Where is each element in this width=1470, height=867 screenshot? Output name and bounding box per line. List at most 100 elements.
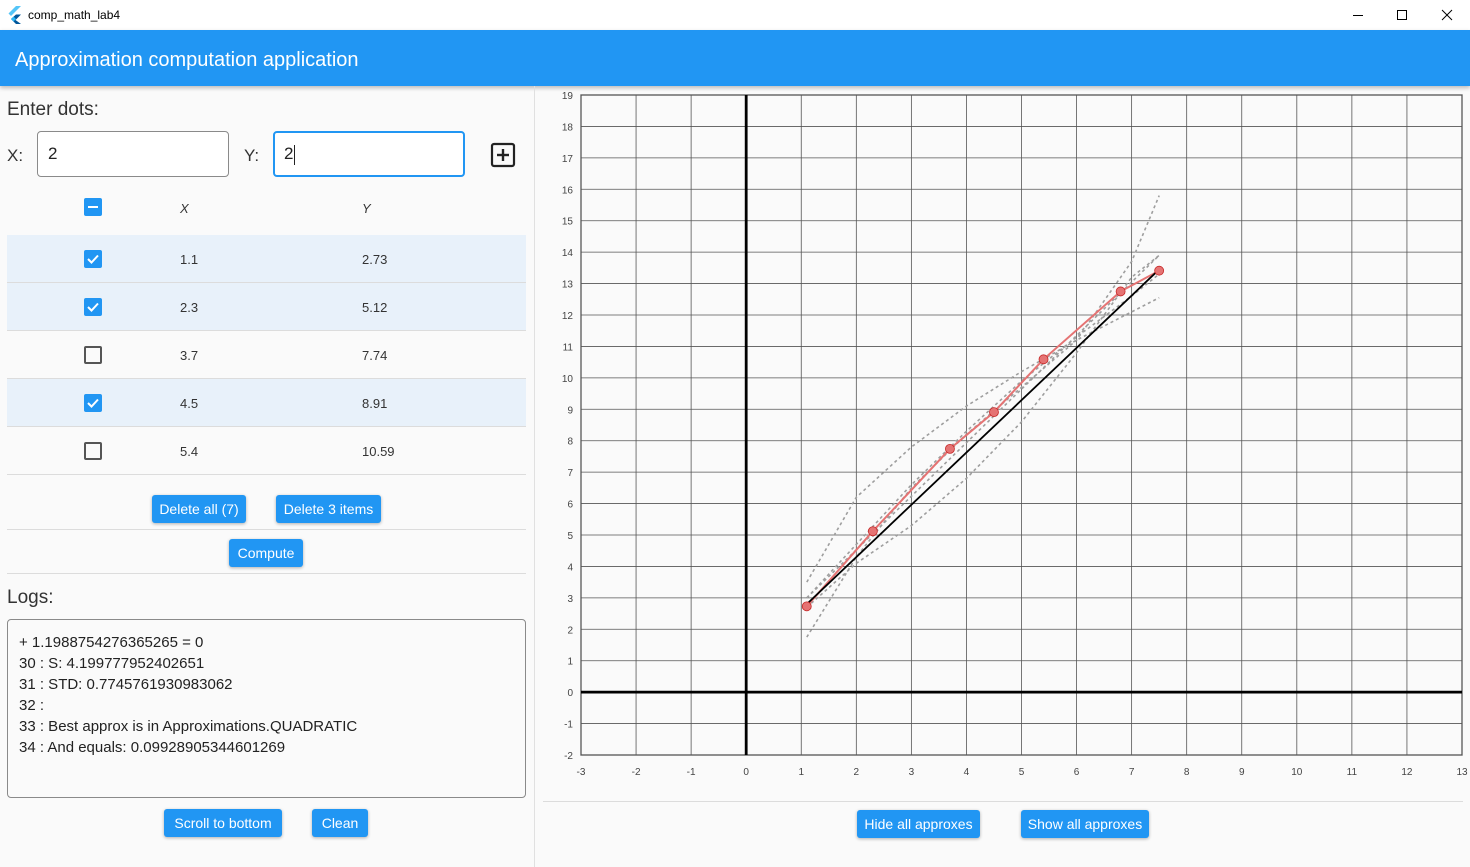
y-tick-label: 15: [562, 217, 574, 228]
cell-y: 8.91: [362, 396, 388, 411]
x-tick-label: -1: [687, 767, 696, 778]
log-line: + 1.1988754276365265 = 0: [19, 634, 204, 651]
cell-x: 1.1: [180, 252, 199, 267]
cell-y: 5.12: [362, 300, 388, 315]
window-title: comp_math_lab4: [28, 8, 121, 22]
data-point: [867, 526, 878, 537]
scroll-to-bottom-button[interactable]: Scroll to bottom: [164, 809, 282, 837]
delete-all-button[interactable]: Delete all (7): [152, 495, 246, 523]
data-point: [801, 601, 812, 612]
minus-icon: [88, 206, 98, 208]
log-line: 30 : S: 4.199777952402651: [19, 655, 205, 672]
y-tick-label: 14: [562, 248, 574, 259]
data-point: [945, 443, 955, 454]
minimize-icon: [1353, 15, 1363, 16]
y-tick-label: 13: [562, 280, 574, 291]
y-tick-label: 8: [567, 437, 573, 448]
check-icon: [87, 254, 99, 264]
check-icon: [87, 302, 99, 312]
cell-x: 3.7: [180, 348, 199, 363]
maximize-button[interactable]: [1379, 0, 1425, 30]
y-tick-label: 0: [567, 688, 573, 699]
x-tick-label: -3: [577, 767, 586, 778]
x-tick-label: 12: [1401, 767, 1413, 778]
table-row[interactable]: 1.1 2.73: [7, 235, 526, 283]
y-label: Y:: [244, 146, 260, 165]
row-checkbox[interactable]: [84, 394, 102, 412]
row-checkbox[interactable]: [84, 250, 102, 268]
y-tick-label: 7: [567, 468, 573, 479]
enter-dots-heading: Enter dots:: [7, 99, 99, 120]
divider: [543, 801, 1463, 802]
app-title: Approximation computation application: [15, 49, 359, 71]
row-checkbox[interactable]: [84, 442, 102, 460]
table-row[interactable]: 5.4 10.59: [7, 427, 526, 475]
x-input-value: 2: [48, 144, 58, 163]
minimize-button[interactable]: [1335, 0, 1381, 30]
y-tick-label: 19: [562, 91, 574, 102]
data-point: [989, 407, 999, 418]
close-button[interactable]: [1424, 0, 1470, 30]
x-tick-label: -2: [632, 767, 641, 778]
y-tick-label: 11: [563, 342, 574, 353]
cell-x: 2.3: [180, 300, 199, 315]
window-titlebar: comp_math_lab4: [0, 0, 1470, 30]
column-header-y: Y: [362, 201, 371, 216]
clean-logs-button[interactable]: Clean: [312, 809, 368, 837]
data-point: [1038, 354, 1049, 365]
logs-heading: Logs:: [7, 587, 54, 608]
x-tick-label: 0: [743, 767, 749, 778]
x-tick-label: 9: [1239, 767, 1245, 778]
x-tick-label: 8: [1184, 767, 1190, 778]
y-input-value: 2: [284, 144, 294, 163]
log-line: 34 : And equals: 0.09928905344601269: [19, 739, 286, 756]
approximation-chart: -3 -2 -1 0 1 2 3 4 5 6 7 8 9 10 11 12 13-2-1012345678910…: [562, 91, 1468, 778]
y-tick-label: 18: [562, 122, 574, 133]
x-label: X:: [7, 146, 24, 165]
y-input[interactable]: 2: [273, 131, 465, 177]
y-tick-label: 1: [567, 657, 573, 668]
cell-y: 2.73: [362, 252, 388, 267]
add-dot-icon[interactable]: [490, 142, 516, 168]
compute-button[interactable]: Compute: [229, 539, 303, 567]
panel-divider: [534, 86, 535, 867]
y-tick-label: 12: [562, 311, 574, 322]
row-checkbox[interactable]: [84, 346, 102, 364]
x-tick-label: 5: [1019, 767, 1025, 778]
row-checkbox[interactable]: [84, 298, 102, 316]
x-tick-label: 2: [854, 767, 860, 778]
flutter-logo-icon: [8, 6, 21, 24]
table-row[interactable]: 3.7 7.74: [7, 331, 526, 379]
table-row[interactable]: 4.5 8.91: [7, 379, 526, 427]
table-row[interactable]: 2.3 5.12: [7, 283, 526, 331]
hide-approxes-button[interactable]: Hide all approxes: [857, 810, 980, 838]
y-tick-label: 5: [567, 531, 573, 542]
y-tick-label: 4: [567, 562, 573, 573]
cell-x: 4.5: [180, 396, 199, 411]
x-tick-label: 11: [1347, 767, 1358, 778]
select-all-checkbox[interactable]: [84, 198, 102, 216]
y-tick-label: 2: [567, 625, 573, 636]
column-header-x: X: [180, 201, 189, 216]
y-tick-label: 10: [562, 374, 574, 385]
app-bar: Approximation computation application: [0, 30, 1470, 86]
y-tick-label: 3: [567, 594, 573, 605]
y-tick-label: -1: [564, 720, 573, 731]
logs-textarea[interactable]: + 1.1988754276365265 = 0 30 : S: 4.19977…: [7, 619, 526, 798]
x-tick-label: 4: [964, 767, 970, 778]
log-line: 31 : STD: 0.7745761930983062: [19, 676, 233, 693]
x-input[interactable]: 2: [37, 131, 229, 177]
check-icon: [87, 398, 99, 408]
divider: [7, 529, 526, 530]
y-tick-label: 16: [562, 185, 574, 196]
delete-selected-button[interactable]: Delete 3 items: [276, 495, 381, 523]
cell-y: 7.74: [362, 348, 388, 363]
log-line: 32 :: [19, 697, 45, 714]
show-approxes-button[interactable]: Show all approxes: [1021, 810, 1149, 838]
x-tick-label: 1: [798, 767, 804, 778]
data-point: [1115, 286, 1126, 297]
y-tick-label: 17: [562, 154, 574, 165]
maximize-icon: [1397, 10, 1407, 20]
x-tick-label: 6: [1074, 767, 1080, 778]
cell-y: 10.59: [362, 444, 395, 459]
